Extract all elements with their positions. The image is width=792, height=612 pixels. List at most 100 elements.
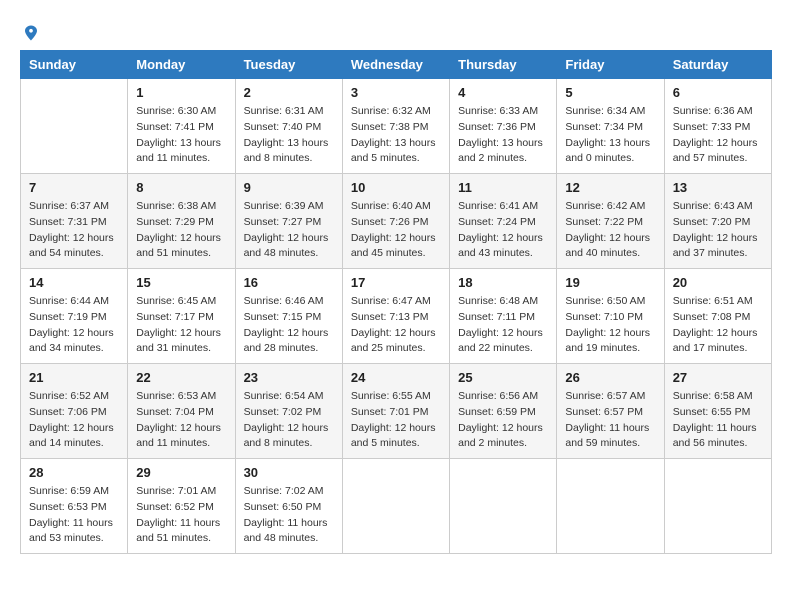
- day-number: 3: [351, 85, 441, 100]
- day-number: 18: [458, 275, 548, 290]
- day-cell: 13Sunrise: 6:43 AMSunset: 7:20 PMDayligh…: [664, 174, 771, 269]
- day-info: Sunrise: 6:52 AMSunset: 7:06 PMDaylight:…: [29, 389, 119, 452]
- day-info: Sunrise: 6:47 AMSunset: 7:13 PMDaylight:…: [351, 294, 441, 357]
- day-cell: 1 Sunrise: 6:30 AMSunset: 7:41 PMDaylight…: [128, 79, 235, 174]
- day-cell: 20Sunrise: 6:51 AMSunset: 7:08 PMDayligh…: [664, 269, 771, 364]
- day-info: Sunrise: 6:44 AMSunset: 7:19 PMDaylight:…: [29, 294, 119, 357]
- day-cell: [342, 459, 449, 554]
- day-info: Sunrise: 6:38 AMSunset: 7:29 PMDaylight:…: [136, 199, 226, 262]
- day-info: Sunrise: 6:48 AMSunset: 7:11 PMDaylight:…: [458, 294, 548, 357]
- week-row-1: 1 Sunrise: 6:30 AMSunset: 7:41 PMDaylight…: [21, 79, 772, 174]
- day-cell: 21 Sunrise: 6:52 AMSunset: 7:06 PMDayligh…: [21, 364, 128, 459]
- page-header: [20, 20, 772, 40]
- day-info: Sunrise: 6:34 AMSunset: 7:34 PMDaylight:…: [565, 104, 655, 167]
- day-info: Sunrise: 6:41 AMSunset: 7:24 PMDaylight:…: [458, 199, 548, 262]
- day-number: 20: [673, 275, 763, 290]
- day-cell: 30 Sunrise: 7:02 AMSunset: 6:50 PMDayligh…: [235, 459, 342, 554]
- day-cell: 17 Sunrise: 6:47 AMSunset: 7:13 PMDayligh…: [342, 269, 449, 364]
- day-number: 23: [244, 370, 334, 385]
- day-cell: 2 Sunrise: 6:31 AMSunset: 7:40 PMDaylight…: [235, 79, 342, 174]
- day-number: 17: [351, 275, 441, 290]
- day-info: Sunrise: 6:55 AMSunset: 7:01 PMDaylight:…: [351, 389, 441, 452]
- day-cell: 22Sunrise: 6:53 AMSunset: 7:04 PMDayligh…: [128, 364, 235, 459]
- day-info: Sunrise: 6:45 AMSunset: 7:17 PMDaylight:…: [136, 294, 226, 357]
- day-cell: [557, 459, 664, 554]
- col-saturday: Saturday: [664, 51, 771, 79]
- day-number: 5: [565, 85, 655, 100]
- day-info: Sunrise: 6:56 AMSunset: 6:59 PMDaylight:…: [458, 389, 548, 452]
- day-number: 4: [458, 85, 548, 100]
- day-cell: 10 Sunrise: 6:40 AMSunset: 7:26 PMDayligh…: [342, 174, 449, 269]
- day-cell: [21, 79, 128, 174]
- day-cell: 11 Sunrise: 6:41 AMSunset: 7:24 PMDayligh…: [450, 174, 557, 269]
- day-number: 30: [244, 465, 334, 480]
- week-row-3: 14Sunrise: 6:44 AMSunset: 7:19 PMDayligh…: [21, 269, 772, 364]
- day-info: Sunrise: 6:30 AMSunset: 7:41 PMDaylight:…: [136, 104, 226, 167]
- day-number: 26: [565, 370, 655, 385]
- day-number: 29: [136, 465, 226, 480]
- col-thursday: Thursday: [450, 51, 557, 79]
- day-number: 27: [673, 370, 763, 385]
- day-number: 22: [136, 370, 226, 385]
- calendar-table: Sunday Monday Tuesday Wednesday Thursday…: [20, 50, 772, 554]
- day-cell: 16 Sunrise: 6:46 AMSunset: 7:15 PMDayligh…: [235, 269, 342, 364]
- day-number: 24: [351, 370, 441, 385]
- day-info: Sunrise: 6:32 AMSunset: 7:38 PMDaylight:…: [351, 104, 441, 167]
- col-monday: Monday: [128, 51, 235, 79]
- day-cell: 27 Sunrise: 6:58 AMSunset: 6:55 PMDayligh…: [664, 364, 771, 459]
- logo: [20, 20, 40, 40]
- day-cell: 18 Sunrise: 6:48 AMSunset: 7:11 PMDayligh…: [450, 269, 557, 364]
- day-number: 21: [29, 370, 119, 385]
- day-cell: 3 Sunrise: 6:32 AMSunset: 7:38 PMDaylight…: [342, 79, 449, 174]
- day-number: 28: [29, 465, 119, 480]
- week-row-5: 28 Sunrise: 6:59 AMSunset: 6:53 PMDayligh…: [21, 459, 772, 554]
- day-cell: 7 Sunrise: 6:37 AMSunset: 7:31 PMDaylight…: [21, 174, 128, 269]
- day-info: Sunrise: 6:46 AMSunset: 7:15 PMDaylight:…: [244, 294, 334, 357]
- day-cell: 15 Sunrise: 6:45 AMSunset: 7:17 PMDayligh…: [128, 269, 235, 364]
- day-number: 16: [244, 275, 334, 290]
- day-info: Sunrise: 6:40 AMSunset: 7:26 PMDaylight:…: [351, 199, 441, 262]
- day-number: 15: [136, 275, 226, 290]
- day-number: 2: [244, 85, 334, 100]
- logo-text: [20, 20, 40, 44]
- day-number: 13: [673, 180, 763, 195]
- col-tuesday: Tuesday: [235, 51, 342, 79]
- day-number: 1: [136, 85, 226, 100]
- header-row: Sunday Monday Tuesday Wednesday Thursday…: [21, 51, 772, 79]
- day-info: Sunrise: 6:31 AMSunset: 7:40 PMDaylight:…: [244, 104, 334, 167]
- day-info: Sunrise: 6:59 AMSunset: 6:53 PMDaylight:…: [29, 484, 119, 547]
- day-info: Sunrise: 6:36 AMSunset: 7:33 PMDaylight:…: [673, 104, 763, 167]
- day-info: Sunrise: 6:37 AMSunset: 7:31 PMDaylight:…: [29, 199, 119, 262]
- day-cell: [450, 459, 557, 554]
- day-info: Sunrise: 7:02 AMSunset: 6:50 PMDaylight:…: [244, 484, 334, 547]
- day-number: 12: [565, 180, 655, 195]
- day-cell: 23 Sunrise: 6:54 AMSunset: 7:02 PMDayligh…: [235, 364, 342, 459]
- day-cell: 19Sunrise: 6:50 AMSunset: 7:10 PMDayligh…: [557, 269, 664, 364]
- day-cell: 29 Sunrise: 7:01 AMSunset: 6:52 PMDayligh…: [128, 459, 235, 554]
- day-number: 7: [29, 180, 119, 195]
- day-info: Sunrise: 6:54 AMSunset: 7:02 PMDaylight:…: [244, 389, 334, 452]
- day-number: 25: [458, 370, 548, 385]
- week-row-2: 7 Sunrise: 6:37 AMSunset: 7:31 PMDaylight…: [21, 174, 772, 269]
- day-info: Sunrise: 6:50 AMSunset: 7:10 PMDaylight:…: [565, 294, 655, 357]
- col-friday: Friday: [557, 51, 664, 79]
- day-cell: 6 Sunrise: 6:36 AMSunset: 7:33 PMDaylight…: [664, 79, 771, 174]
- day-cell: 28 Sunrise: 6:59 AMSunset: 6:53 PMDayligh…: [21, 459, 128, 554]
- day-cell: 9Sunrise: 6:39 AMSunset: 7:27 PMDaylight…: [235, 174, 342, 269]
- day-cell: 26 Sunrise: 6:57 AMSunset: 6:57 PMDayligh…: [557, 364, 664, 459]
- day-info: Sunrise: 6:42 AMSunset: 7:22 PMDaylight:…: [565, 199, 655, 262]
- day-number: 11: [458, 180, 548, 195]
- col-wednesday: Wednesday: [342, 51, 449, 79]
- day-cell: 5 Sunrise: 6:34 AMSunset: 7:34 PMDaylight…: [557, 79, 664, 174]
- day-cell: [664, 459, 771, 554]
- day-info: Sunrise: 6:58 AMSunset: 6:55 PMDaylight:…: [673, 389, 763, 452]
- day-info: Sunrise: 6:57 AMSunset: 6:57 PMDaylight:…: [565, 389, 655, 452]
- day-number: 6: [673, 85, 763, 100]
- day-number: 10: [351, 180, 441, 195]
- day-info: Sunrise: 6:39 AMSunset: 7:27 PMDaylight:…: [244, 199, 334, 262]
- day-cell: 14Sunrise: 6:44 AMSunset: 7:19 PMDayligh…: [21, 269, 128, 364]
- week-row-4: 21 Sunrise: 6:52 AMSunset: 7:06 PMDayligh…: [21, 364, 772, 459]
- day-info: Sunrise: 6:33 AMSunset: 7:36 PMDaylight:…: [458, 104, 548, 167]
- day-info: Sunrise: 7:01 AMSunset: 6:52 PMDaylight:…: [136, 484, 226, 547]
- day-cell: 12 Sunrise: 6:42 AMSunset: 7:22 PMDayligh…: [557, 174, 664, 269]
